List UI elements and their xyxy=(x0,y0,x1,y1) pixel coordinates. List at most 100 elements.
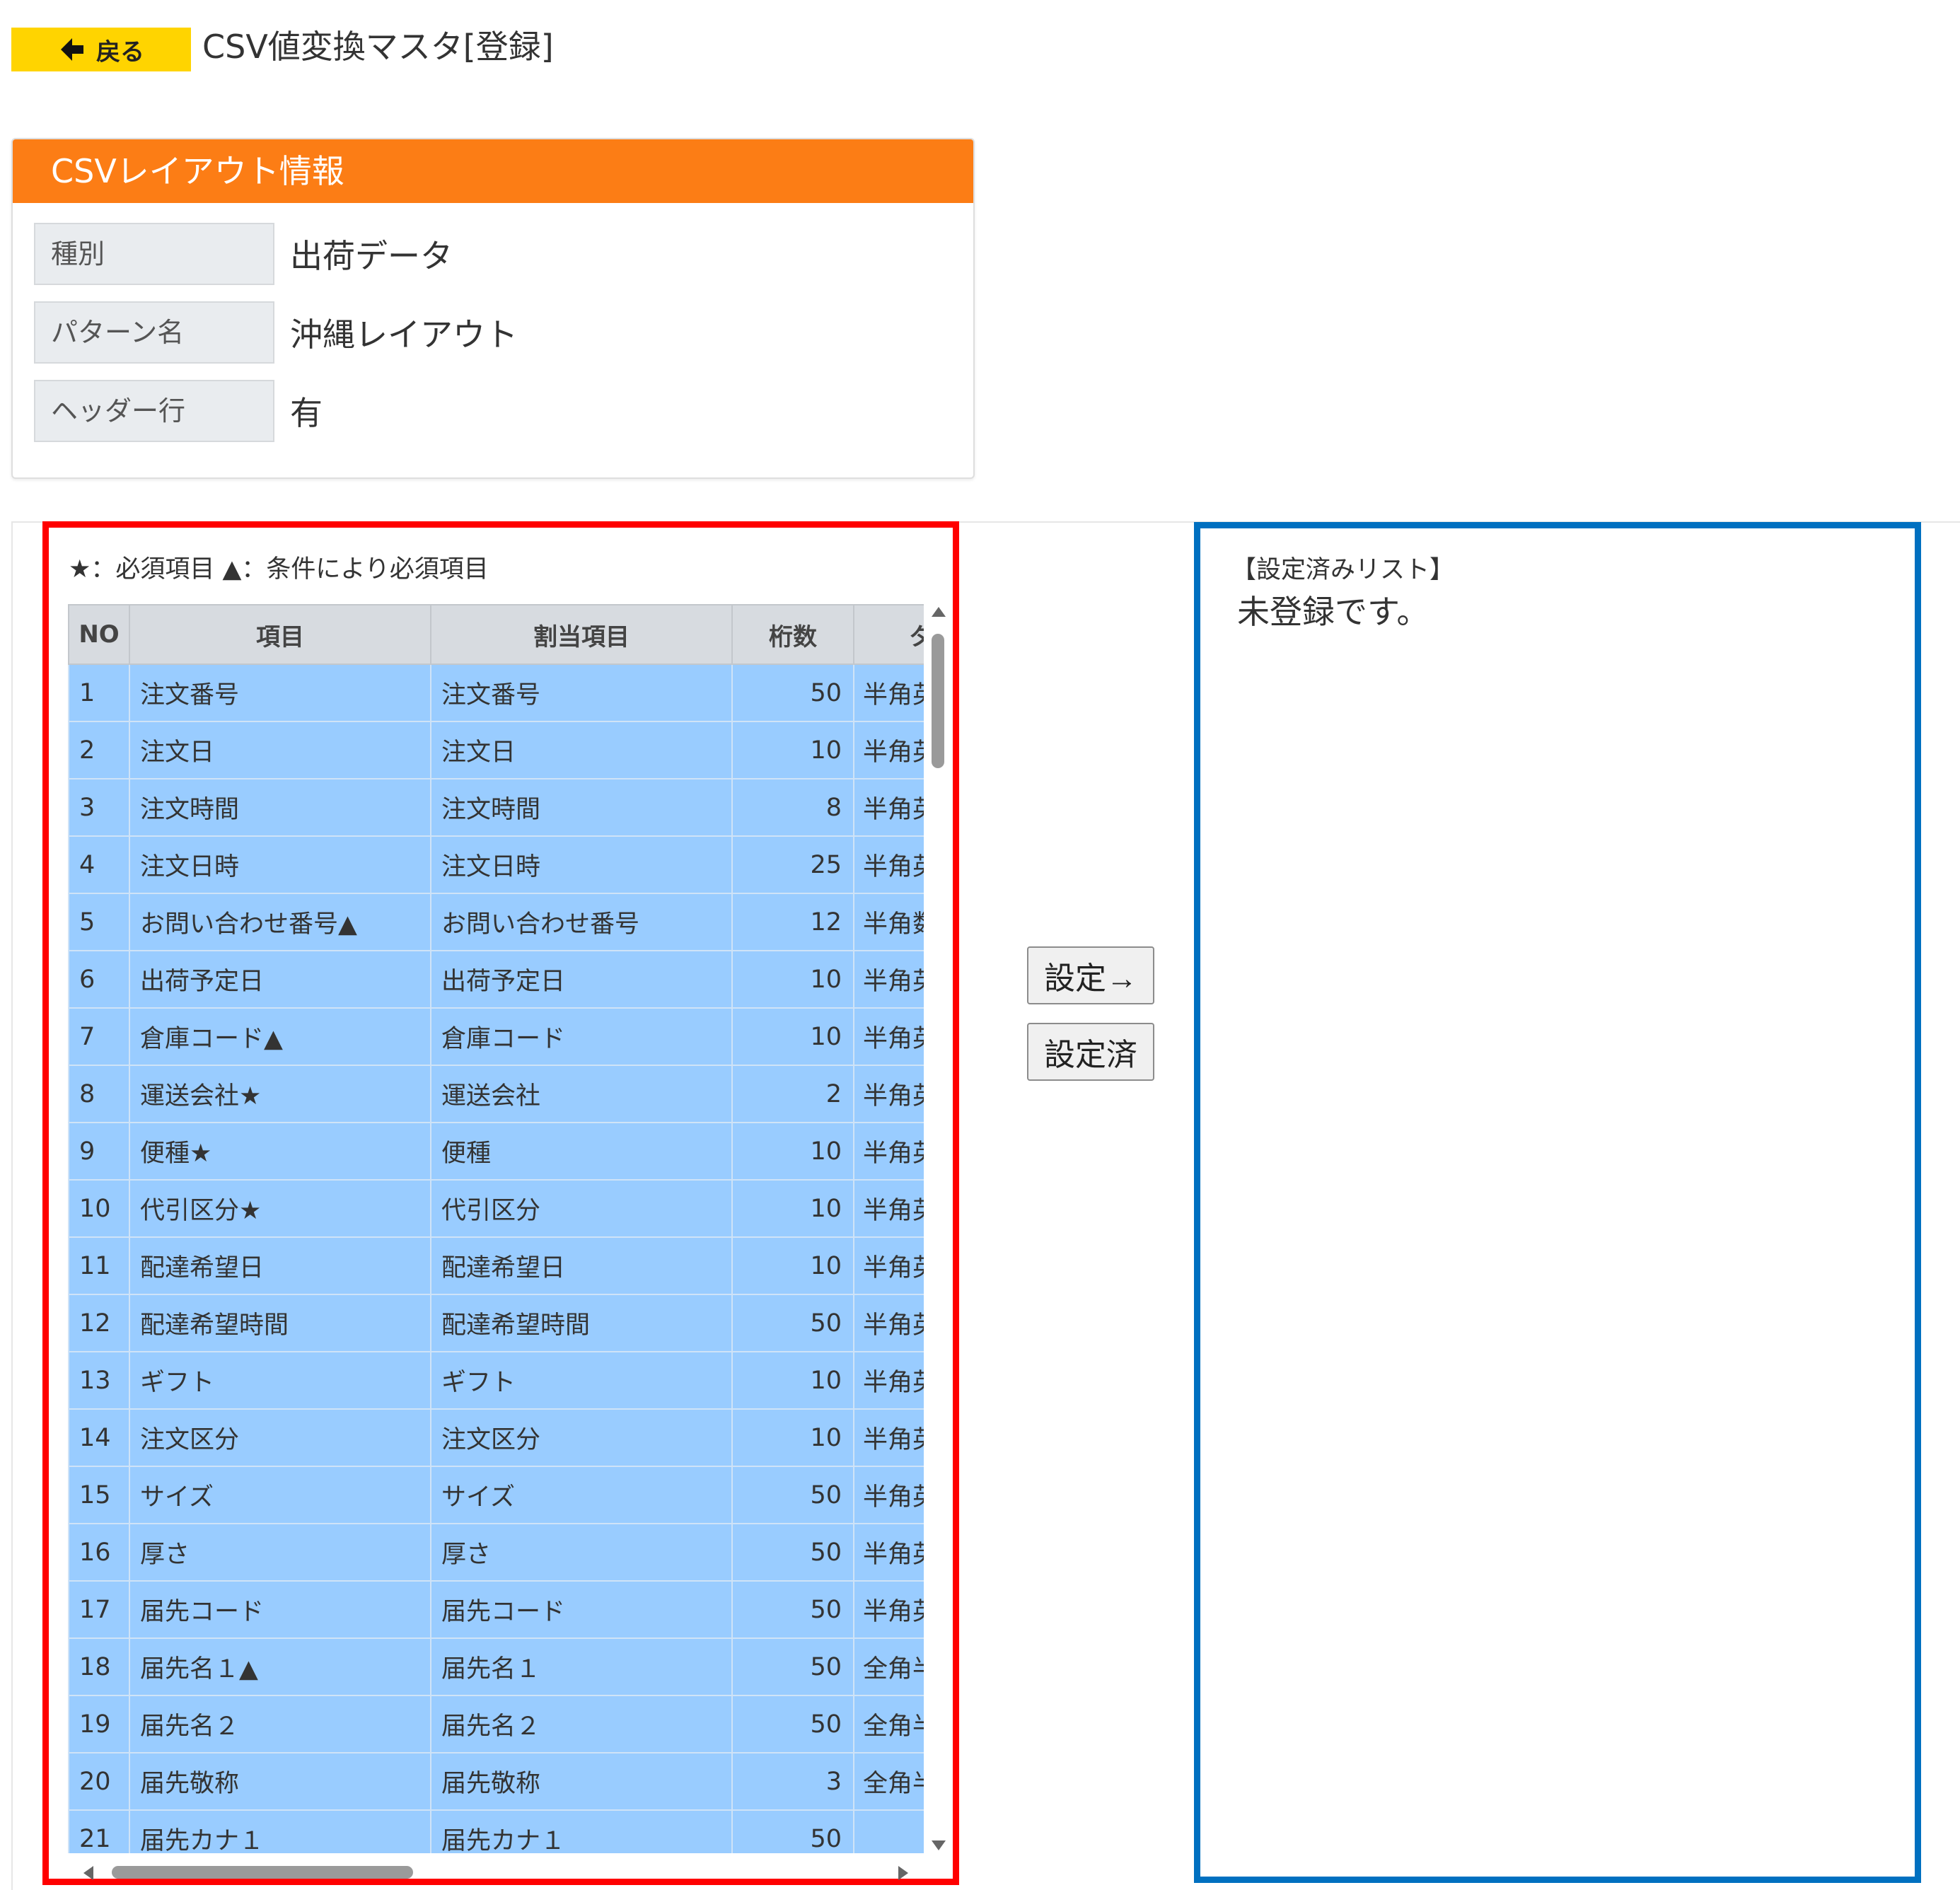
cell-no: 20 xyxy=(68,1752,130,1811)
cell-digits: 25 xyxy=(731,835,854,894)
cell-assigned: 注文番号 xyxy=(430,663,733,722)
cell-type: 全角半 xyxy=(853,1752,924,1811)
cell-assigned: 倉庫コード xyxy=(430,1007,733,1066)
back-button-label: 戻る xyxy=(96,38,144,66)
table-row[interactable]: 7倉庫コード▲倉庫コード10半角英 xyxy=(68,1007,924,1066)
column-header-no[interactable]: NO xyxy=(68,604,130,665)
table-row[interactable]: 15サイズサイズ50半角英 xyxy=(68,1466,924,1524)
cell-type: 半角英 xyxy=(853,950,924,1009)
info-row-header-line: ヘッダー行 有 xyxy=(34,380,323,442)
table-row[interactable]: 17届先コード届先コード50半角英 xyxy=(68,1580,924,1639)
cell-type: 半角英 xyxy=(853,1007,924,1066)
scroll-down-icon[interactable] xyxy=(932,1840,946,1850)
cell-item: 注文区分 xyxy=(129,1408,431,1467)
cell-item: ギフト xyxy=(129,1351,431,1410)
column-header-digits[interactable]: 桁数 xyxy=(731,604,854,665)
table-row[interactable]: 4注文日時注文日時25半角英 xyxy=(68,835,924,894)
cell-assigned: 届先コード xyxy=(430,1580,733,1639)
back-button[interactable]: 戻る xyxy=(11,28,191,71)
column-header-type[interactable]: タ xyxy=(853,604,924,665)
page-title: CSV値変換マスタ[登録] xyxy=(202,28,554,66)
table-row[interactable]: 2注文日注文日10半角英 xyxy=(68,721,924,779)
cell-assigned: 届先カナ１ xyxy=(430,1809,733,1853)
cell-item: 厚さ xyxy=(129,1523,431,1582)
cell-digits: 50 xyxy=(731,1695,854,1753)
cell-no: 4 xyxy=(68,835,130,894)
csv-layout-info-heading: CSVレイアウト情報 xyxy=(13,139,973,203)
table-row[interactable]: 18届先名１▲届先名１50全角半 xyxy=(68,1637,924,1696)
cell-type: 全角半 xyxy=(853,1637,924,1696)
info-label: 種別 xyxy=(34,223,274,285)
vertical-scroll-thumb[interactable] xyxy=(932,634,944,768)
cell-assigned: 注文日 xyxy=(430,721,733,779)
table-row[interactable]: 14注文区分注文区分10半角英 xyxy=(68,1408,924,1467)
cell-digits: 50 xyxy=(731,1466,854,1524)
scroll-up-icon[interactable] xyxy=(932,607,946,617)
cell-no: 13 xyxy=(68,1351,130,1410)
table-row[interactable]: 20届先敬称届先敬称3全角半 xyxy=(68,1752,924,1811)
info-label: パターン名 xyxy=(34,301,274,364)
table-row[interactable]: 16厚さ厚さ50半角英 xyxy=(68,1523,924,1582)
cell-digits: 50 xyxy=(731,1294,854,1352)
vertical-scrollbar[interactable] xyxy=(927,604,949,1853)
cell-no: 15 xyxy=(68,1466,130,1524)
cell-digits: 50 xyxy=(731,1523,854,1582)
cell-item: 届先カナ１ xyxy=(129,1809,431,1853)
set-button[interactable]: 設定→ xyxy=(1027,946,1154,1004)
table-row[interactable]: 13ギフトギフト10半角英 xyxy=(68,1351,924,1410)
scroll-left-icon[interactable] xyxy=(83,1866,93,1880)
table-row[interactable]: 19届先名２届先名２50全角半 xyxy=(68,1695,924,1753)
cell-item: 配達希望時間 xyxy=(129,1294,431,1352)
cell-item: 配達希望日 xyxy=(129,1236,431,1295)
cell-type: 半角英 xyxy=(853,663,924,722)
column-header-assigned[interactable]: 割当項目 xyxy=(430,604,733,665)
required-legend: ★：必須項目 ▲：条件により必須項目 xyxy=(69,555,489,584)
cell-assigned: 届先名２ xyxy=(430,1695,733,1753)
table-row[interactable]: 11配達希望日配達希望日10半角英 xyxy=(68,1236,924,1295)
table-row[interactable]: 9便種★便種10半角英 xyxy=(68,1122,924,1181)
cell-assigned: 出荷予定日 xyxy=(430,950,733,1009)
cell-type: 半角英 xyxy=(853,1351,924,1410)
cell-digits: 10 xyxy=(731,1007,854,1066)
table-row[interactable]: 3注文時間注文時間8半角英 xyxy=(68,778,924,837)
cell-no: 1 xyxy=(68,663,130,722)
cell-digits: 2 xyxy=(731,1065,854,1123)
set-done-button[interactable]: 設定済 xyxy=(1027,1023,1154,1081)
table-header-row: NO 項目 割当項目 桁数 タ xyxy=(68,604,924,665)
configured-list-title: 【設定済みリスト】 xyxy=(1231,556,1455,584)
cell-digits: 10 xyxy=(731,1179,854,1238)
cell-type: 半角英 xyxy=(853,1065,924,1123)
info-value: 出荷データ xyxy=(290,237,453,275)
cell-assigned: 便種 xyxy=(430,1122,733,1181)
table-row[interactable]: 21 届先カナ１ 届先カナ１ 50 xyxy=(68,1809,924,1853)
cell-item: 便種★ xyxy=(129,1122,431,1181)
cell-type: 半角英 xyxy=(853,1466,924,1524)
table-row[interactable]: 12配達希望時間配達希望時間50半角英 xyxy=(68,1294,924,1352)
horizontal-scrollbar[interactable] xyxy=(68,1862,924,1883)
cell-type: 半角英 xyxy=(853,1236,924,1295)
table-row[interactable]: 10代引区分★代引区分10半角英 xyxy=(68,1179,924,1238)
item-table-container[interactable]: NO 項目 割当項目 桁数 タ 1注文番号注文番号50半角英2注文日注文日10半… xyxy=(68,604,924,1853)
horizontal-scroll-thumb[interactable] xyxy=(112,1866,413,1879)
cell-digits: 10 xyxy=(731,1408,854,1467)
cell-assigned: 代引区分 xyxy=(430,1179,733,1238)
cell-no: 6 xyxy=(68,950,130,1009)
scroll-right-icon[interactable] xyxy=(898,1866,908,1880)
cell-assigned: 注文時間 xyxy=(430,778,733,837)
cell-no: 18 xyxy=(68,1637,130,1696)
cell-assigned: 注文日時 xyxy=(430,835,733,894)
cell-item: サイズ xyxy=(129,1466,431,1524)
cell-item: 倉庫コード▲ xyxy=(129,1007,431,1066)
cell-item: 注文時間 xyxy=(129,778,431,837)
table-row[interactable]: 8運送会社★運送会社2半角英 xyxy=(68,1065,924,1123)
cell-no: 7 xyxy=(68,1007,130,1066)
cell-digits: 50 xyxy=(731,1580,854,1639)
table-row[interactable]: 6出荷予定日出荷予定日10半角英 xyxy=(68,950,924,1009)
cell-no: 12 xyxy=(68,1294,130,1352)
table-row[interactable]: 1注文番号注文番号50半角英 xyxy=(68,663,924,722)
column-header-item[interactable]: 項目 xyxy=(129,604,431,665)
cell-assigned: サイズ xyxy=(430,1466,733,1524)
table-row[interactable]: 5お問い合わせ番号▲お問い合わせ番号12半角数 xyxy=(68,893,924,951)
cell-digits: 10 xyxy=(731,721,854,779)
cell-item: 代引区分★ xyxy=(129,1179,431,1238)
